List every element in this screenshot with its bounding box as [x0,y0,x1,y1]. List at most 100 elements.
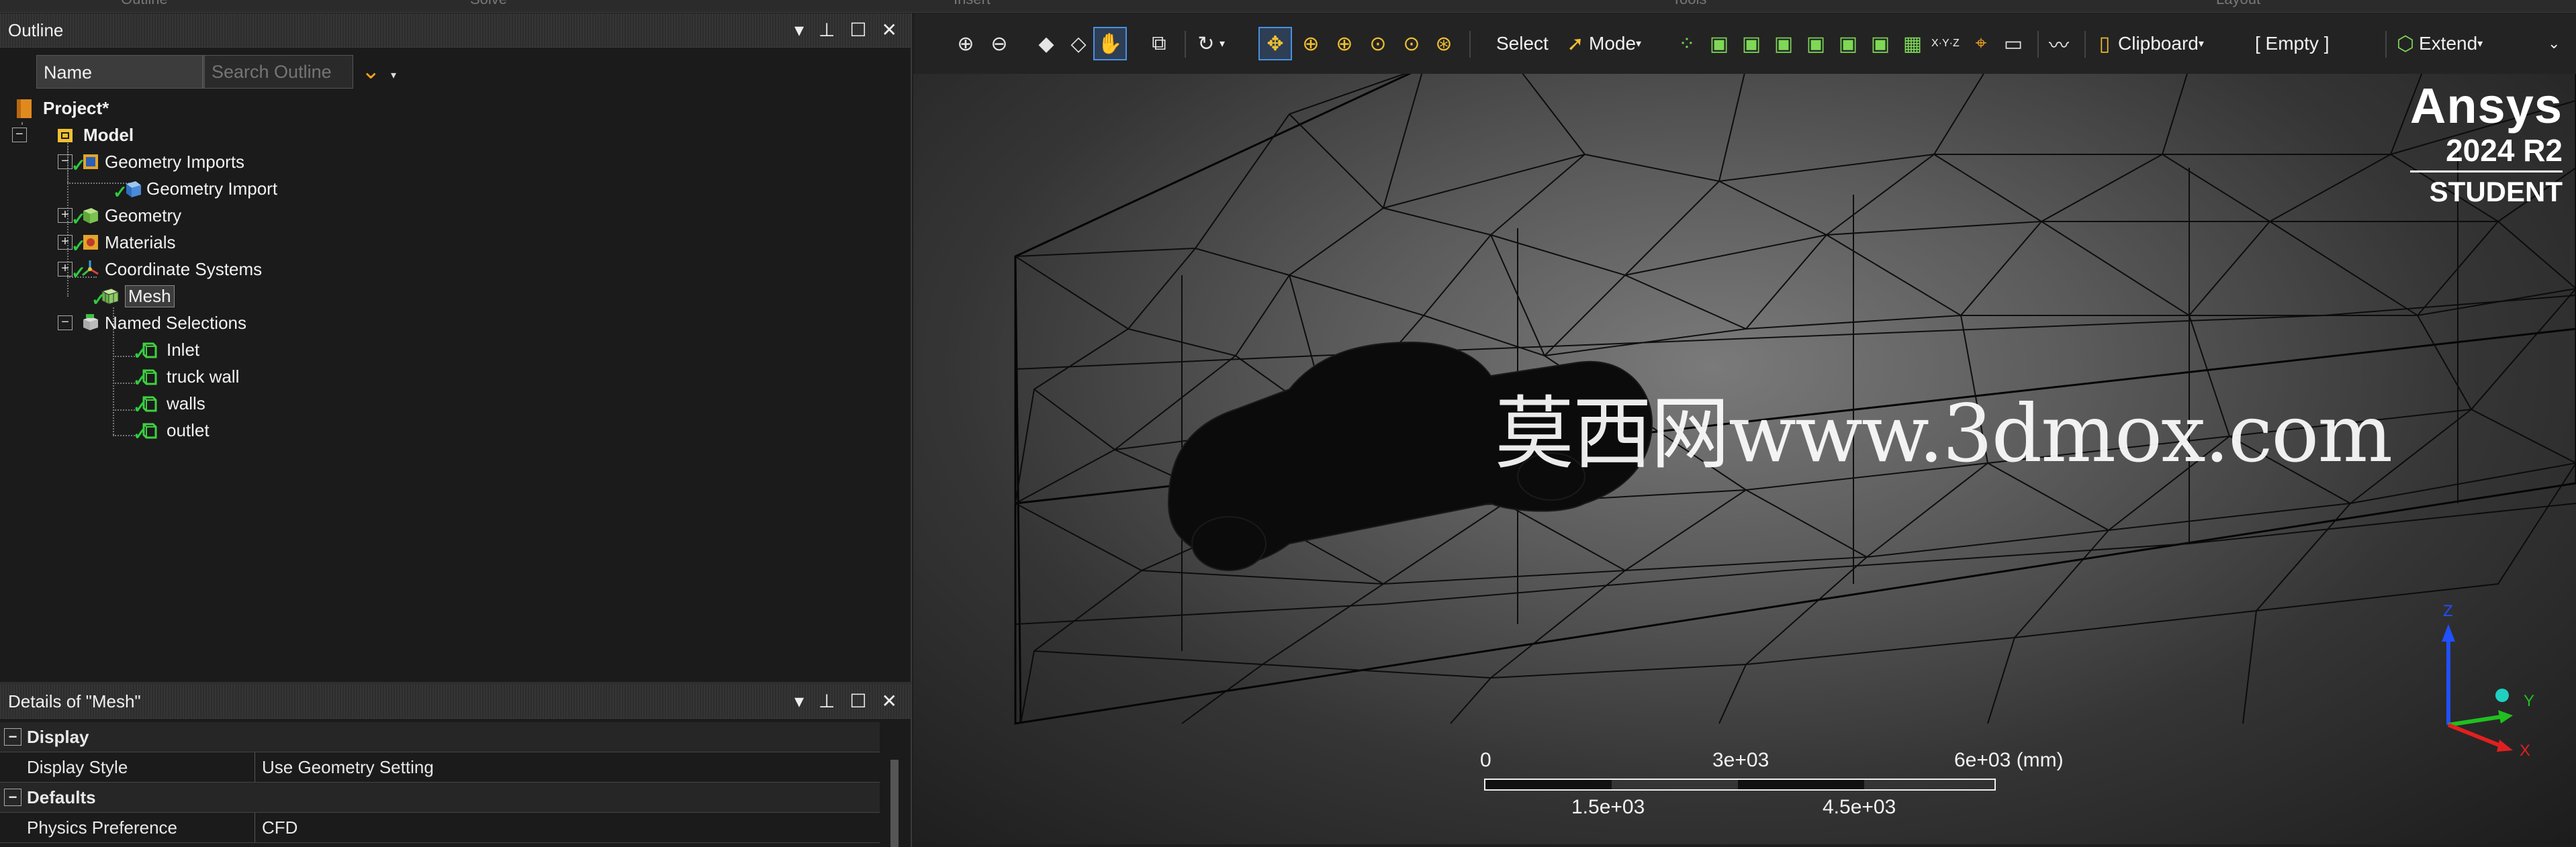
clipboard-dropdown[interactable]: ▯ Clipboard ▾ [2091,28,2204,59]
probe-button[interactable]: ⌖ [1968,28,1994,59]
collapse-icon[interactable]: − [58,154,73,169]
tree-item-materials[interactable]: + ✓ Materials [58,230,175,256]
chart-button[interactable]: 〰 [2045,28,2072,59]
face-selection-icon: ✓ [133,393,161,417]
close-icon[interactable]: ✕ [882,690,897,712]
panel-menu-icon[interactable]: ▾ [794,19,804,41]
panel-menu-icon[interactable]: ▾ [794,690,804,712]
fit-view-button[interactable]: ◇ [1065,28,1092,59]
zoom-button[interactable]: ⊕ [1297,28,1324,59]
tree-item-named-selections[interactable]: − Named Selections [58,310,246,336]
search-options-dropdown-icon[interactable]: ▾ [391,68,396,82]
tree-item-geometry[interactable]: + ✓ Geometry [58,203,181,229]
annotation-button[interactable]: ▭ [2000,28,2027,59]
box-zoom-button[interactable]: ⊕ [1331,28,1358,59]
rotate-button[interactable]: ↻ ▾ [1193,28,1225,59]
select-body-button[interactable]: ▣ [1770,28,1797,59]
tree-item-ns-inlet[interactable]: ✓ Inlet [133,337,200,364]
scale-label-mid: 3e+03 [1712,749,1769,771]
details-category-defaults[interactable]: − Defaults [0,783,880,813]
ribbon-tab-insert[interactable]: Insert [954,0,991,8]
select-vertex-button[interactable]: ⁘ [1673,28,1700,59]
tree-label-coordinate-systems: Coordinate Systems [105,258,263,279]
outline-header: Outline ▾ ⊥ ☐ ✕ [0,13,911,48]
previous-view-button[interactable]: ⊛ [1430,28,1457,59]
property-value[interactable]: CFD [255,817,297,838]
zoom-fit-icon: ⊙ [1369,32,1387,55]
ribbon-tab-outline[interactable]: Outline [121,0,168,8]
zoom-in-button[interactable]: ⊕ [952,28,979,59]
tree-item-mesh[interactable]: ✓ Mesh [91,283,175,309]
collapse-icon[interactable]: − [58,315,73,330]
details-category-display[interactable]: − Display [0,722,880,752]
ribbon-tab-solve[interactable]: Solve [470,0,507,8]
ribbon-tab-layout[interactable]: Layout [2216,0,2260,8]
select-node-button[interactable]: ▣ [1802,28,1829,59]
axis-label-z: Z [2443,602,2453,620]
zoom-fit-button[interactable]: ⊙ [1365,28,1391,59]
collapse-icon[interactable]: − [4,728,21,746]
tree-item-geometry-import[interactable]: ✓ Geometry Import [113,176,277,203]
maximize-icon[interactable]: ☐ [849,690,866,712]
pin-icon[interactable]: ⊥ [819,690,835,712]
tree-item-geometry-imports[interactable]: − ✓ Geometry Imports [58,149,244,175]
iso-view-button[interactable]: ◆ [1033,28,1060,59]
ribbon-tab-tools[interactable]: Tools [1672,0,1706,8]
axis-triad[interactable]: Z Y X [2415,597,2563,758]
rotate-icon: ↻ [1197,32,1215,55]
outline-filter-row: Name ▼ ⌄ ▾ [0,55,470,93]
tree-item-ns-truck-wall[interactable]: ✓ truck wall [133,364,239,391]
tree-item-ns-walls[interactable]: ✓ walls [133,391,205,417]
extend-dropdown[interactable]: ⬡ Extend ▾ [2392,28,2483,59]
expand-icon[interactable]: + [58,208,73,223]
expand-icon[interactable]: + [58,235,73,250]
zoom-out-button[interactable]: ⊖ [986,28,1013,59]
maximize-icon[interactable]: ☐ [849,19,866,41]
toolbar-separator [2084,31,2086,58]
details-scrollbar[interactable] [890,760,899,847]
toolbar-overflow-button[interactable]: ⌄ [2548,28,2560,59]
close-icon[interactable]: ✕ [882,19,897,41]
tree-item-coordinate-systems[interactable]: + ✓ Coordinate Systems [58,256,263,283]
edge-select-icon: ▣ [1709,32,1729,55]
pan-button[interactable]: ✥ [1258,27,1292,60]
select-mesh-button[interactable]: ▦ [1899,28,1926,59]
expand-icon[interactable]: + [58,262,73,277]
details-row-display-style[interactable]: Display Style Use Geometry Setting [0,752,880,783]
select-element-button[interactable]: ▣ [1867,28,1894,59]
copy-view-button[interactable]: ⧉ [1146,28,1172,59]
tree-item-model[interactable]: − Model [12,122,134,148]
pan-mode-button[interactable]: ✋ [1093,27,1127,60]
expand-chevron-icon[interactable]: ⌄ [361,58,381,85]
status-check-icon: ✓ [71,155,86,175]
tree-item-project[interactable]: Project* [15,95,109,121]
named-selections-icon [77,313,99,333]
select-mode-dropdown[interactable]: ➚ Mode ▾ [1562,28,1641,59]
graphics-viewport[interactable]: Ansys 2024 R2 STUDENT 莫西网www.3dmox.com 0… [913,74,2576,844]
filter-type-select[interactable]: Name [36,55,203,89]
search-outline-input[interactable] [204,55,353,89]
scale-label-q3: 4.5e+03 [1823,796,1896,818]
toolbar-separator [1185,31,1186,58]
node-select-icon: ▣ [1806,32,1826,55]
property-value[interactable]: Use Geometry Setting [255,757,434,778]
tree-label-ns-inlet: Inlet [167,339,200,360]
tree-item-ns-outlet[interactable]: ✓ outlet [133,417,210,444]
pan-arrows-icon: ✥ [1267,32,1284,55]
dropdown-icon: ▾ [2198,38,2204,50]
property-name: Display Style [0,752,255,782]
copy-icon: ⧉ [1152,32,1166,54]
coordinates-button[interactable]: X·Y·Z [1931,28,1960,59]
site-watermark: 莫西网www.3dmox.com [1495,387,2393,480]
collapse-icon[interactable]: − [4,789,21,806]
pin-icon[interactable]: ⊥ [819,19,835,41]
dropdown-icon: ▾ [1636,38,1642,50]
details-row-physics-preference[interactable]: Physics Preference CFD [0,813,880,843]
select-element-face-button[interactable]: ▣ [1835,28,1861,59]
clipboard-label: Clipboard [2118,33,2199,54]
select-face-button[interactable]: ▣ [1738,28,1765,59]
select-edge-button[interactable]: ▣ [1706,28,1733,59]
collapse-icon[interactable]: − [12,128,27,142]
magnifier-button[interactable]: ⊙ [1398,28,1425,59]
element-face-icon: ▣ [1838,32,1858,55]
